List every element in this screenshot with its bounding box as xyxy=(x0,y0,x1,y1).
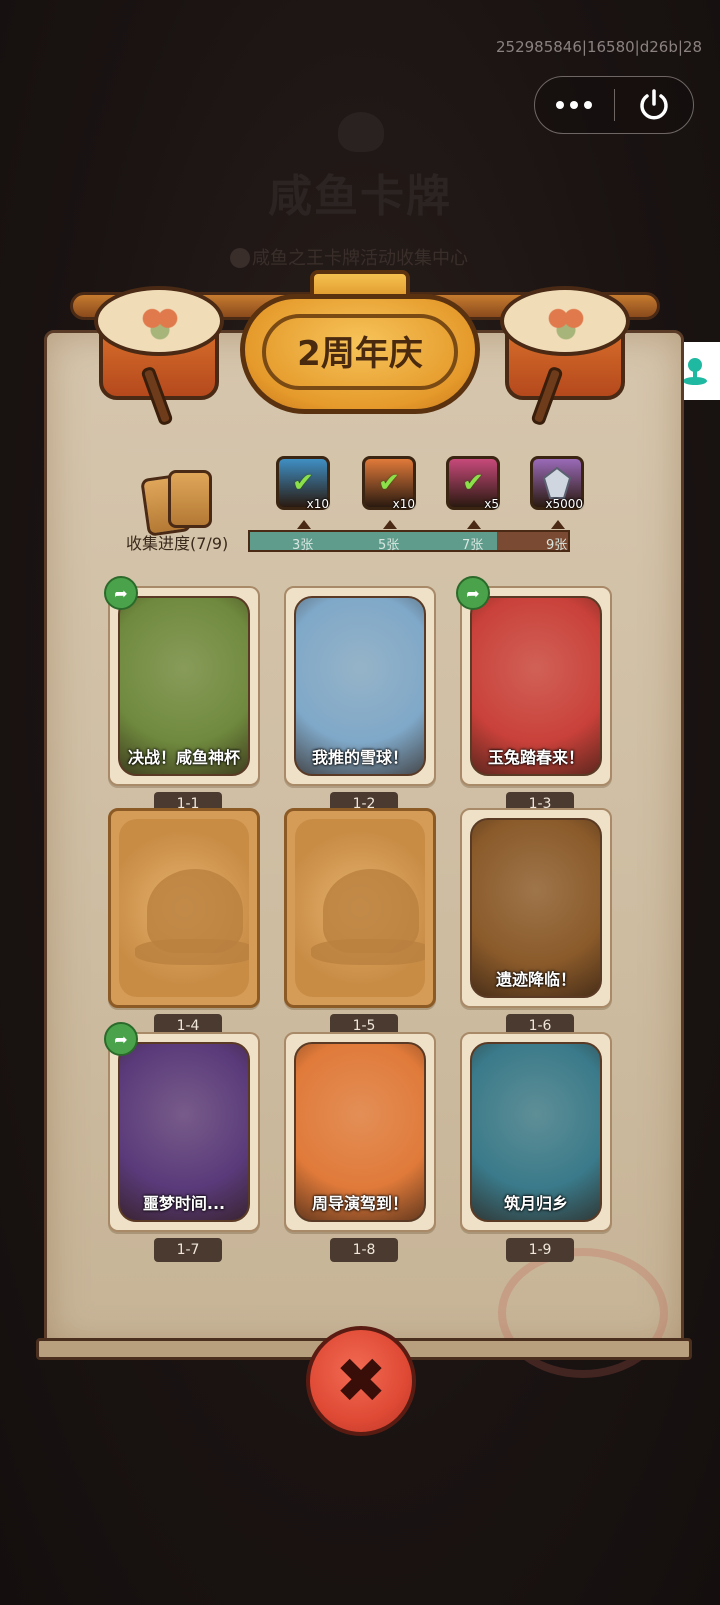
progress-marker xyxy=(297,520,311,529)
collection-card[interactable]: 筑月归乡 1-9 xyxy=(460,1032,612,1262)
progress-marker xyxy=(467,520,481,529)
card-frame: 我推的雪球！ xyxy=(284,586,436,786)
power-icon xyxy=(640,89,668,120)
more-button[interactable] xyxy=(535,77,614,133)
debug-id-text: 252985846|16580|d26b|28 xyxy=(496,38,702,56)
card-art: 决战！咸鱼神杯 xyxy=(118,596,250,776)
reward-1-button[interactable]: ✔ x10 xyxy=(276,456,330,511)
collection-card[interactable]: 周导演驾到！ 1-8 xyxy=(284,1032,436,1262)
drum-head xyxy=(500,286,630,356)
card-frame xyxy=(284,808,436,1008)
card-art: 周导演驾到！ xyxy=(294,1042,426,1222)
card-title: 周导演驾到！ xyxy=(311,1194,408,1213)
check-icon: ✔ xyxy=(378,468,400,498)
reward-quantity: x10 xyxy=(306,497,329,511)
close-button[interactable]: ✖ xyxy=(306,1326,416,1436)
share-icon[interactable]: ➦ xyxy=(104,1022,138,1056)
check-icon: ✔ xyxy=(462,468,484,498)
right-drum xyxy=(500,286,630,427)
check-icon: ✔ xyxy=(292,468,314,498)
card-title: 噩梦时间... xyxy=(142,1194,226,1213)
collection-card[interactable]: 玉兔踏春来！ ➦ 1-3 xyxy=(456,576,612,816)
collection-card[interactable]: 噩梦时间... ➦ 1-7 xyxy=(104,1022,260,1262)
card-stack-icon xyxy=(140,470,218,537)
reward-quantity: x5 xyxy=(484,497,499,511)
card-frame: 玉兔踏春来！ xyxy=(460,586,612,786)
miniprogram-capsule xyxy=(534,76,694,134)
header-plaque: 2周年庆 xyxy=(240,270,480,420)
card-art: 我推的雪球！ xyxy=(294,596,426,776)
card-frame: 决战！咸鱼神杯 xyxy=(108,586,260,786)
card-frame: 噩梦时间... xyxy=(108,1032,260,1232)
collection-card[interactable]: 决战！咸鱼神杯 ➦ 1-1 xyxy=(104,576,260,816)
card-art: 遗迹降临！ xyxy=(470,818,602,998)
card-art: 玉兔踏春来！ xyxy=(470,596,602,776)
progress-marker xyxy=(551,520,565,529)
exit-button[interactable] xyxy=(615,77,694,133)
locked-card-art xyxy=(119,819,249,997)
collection-card[interactable]: 1-5 xyxy=(284,808,436,1038)
reward-quantity: x10 xyxy=(392,497,415,511)
locked-base-silhouette xyxy=(311,939,425,965)
more-dots-icon xyxy=(584,101,593,109)
progress-marker xyxy=(383,520,397,529)
locked-base-silhouette xyxy=(135,939,249,965)
progress-fill xyxy=(250,532,498,550)
more-dots-icon xyxy=(556,101,565,109)
collection-card[interactable]: 我推的雪球！ 1-2 xyxy=(284,586,436,816)
share-icon[interactable]: ➦ xyxy=(104,576,138,610)
collection-card[interactable]: 遗迹降临！ 1-6 xyxy=(460,808,612,1038)
card-number: 1-7 xyxy=(154,1238,222,1262)
reward-3-button[interactable]: ✔ x5 xyxy=(446,456,500,511)
joystick-icon xyxy=(683,358,707,385)
background-title: 咸鱼卡牌 xyxy=(268,171,452,222)
threshold-label: 9张 xyxy=(546,538,568,553)
collection-card[interactable]: 1-4 xyxy=(108,808,260,1038)
background-logo xyxy=(338,112,384,152)
threshold-label: 7张 xyxy=(462,538,484,553)
share-icon[interactable]: ➦ xyxy=(456,576,490,610)
event-title: 2周年庆 xyxy=(297,334,423,374)
card-frame: 筑月归乡 xyxy=(460,1032,612,1232)
card-number: 1-8 xyxy=(330,1238,398,1262)
reward-2-button[interactable]: ✔ x10 xyxy=(362,456,416,511)
card-title: 我推的雪球！ xyxy=(311,748,408,767)
card-back xyxy=(168,470,212,528)
threshold-label: 5张 xyxy=(378,538,400,553)
threshold-label: 3张 xyxy=(292,538,314,553)
left-drum xyxy=(94,286,224,427)
drum-head xyxy=(94,286,224,356)
card-title: 筑月归乡 xyxy=(503,1194,568,1213)
reward-quantity: x5000 xyxy=(545,497,583,511)
card-number: 1-9 xyxy=(506,1238,574,1262)
card-frame: 遗迹降临！ xyxy=(460,808,612,1008)
close-x-icon: ✖ xyxy=(335,1344,387,1417)
card-title: 决战！咸鱼神杯 xyxy=(127,748,240,767)
card-art: 筑月归乡 xyxy=(470,1042,602,1222)
card-frame: 周导演驾到！ xyxy=(284,1032,436,1232)
reward-4-button[interactable]: x5000 xyxy=(530,456,584,511)
card-title: 遗迹降临！ xyxy=(495,970,576,989)
more-dots-icon xyxy=(570,101,579,109)
collection-progress-label: 收集进度(7/9) xyxy=(126,534,229,553)
card-frame xyxy=(108,808,260,1008)
card-title: 玉兔踏春来！ xyxy=(487,748,584,767)
card-art: 噩梦时间... xyxy=(118,1042,250,1222)
crystal-icon xyxy=(542,466,572,499)
locked-card-art xyxy=(295,819,425,997)
background-subtitle: 咸鱼之王卡牌活动收集中心 xyxy=(252,248,468,269)
